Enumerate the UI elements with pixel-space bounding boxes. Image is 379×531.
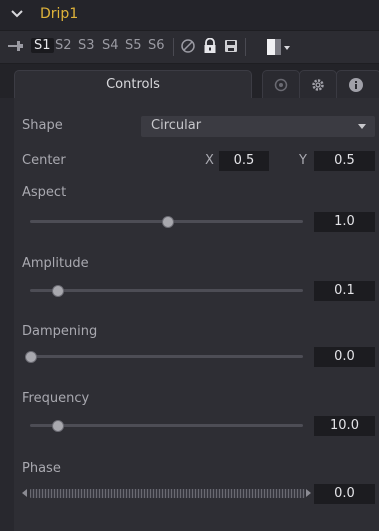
tab-info[interactable] [336,70,379,99]
center-label: Center [22,153,66,168]
dampening-slider-track[interactable] [30,355,303,358]
node-title: Drip1 [40,6,79,22]
tab-bar: Controls [0,64,379,99]
tab-modifiers[interactable] [262,70,300,99]
save-icon[interactable] [224,38,238,54]
phase-left-arrow-icon[interactable] [22,489,27,497]
tab-controls-label: Controls [106,77,160,92]
shape-label: Shape [22,118,63,133]
aspect-label: Aspect [22,185,67,200]
frequency-slider-track[interactable] [30,424,303,427]
pin-icon[interactable] [8,40,24,52]
slot-s3[interactable]: S3 [78,38,95,53]
dampening-slider-handle[interactable] [25,351,37,363]
toolbar-divider [173,38,174,56]
tab-controls[interactable]: Controls [14,70,252,99]
frequency-input[interactable]: 10.0 [314,416,375,436]
modifier-icon [274,78,288,92]
dampening-input[interactable]: 0.0 [314,347,375,367]
toolbar: S1 S2 S3 S4 S5 S6 [0,30,379,64]
phase-input[interactable]: 0.0 [314,484,375,504]
aspect-slider-handle[interactable] [161,216,174,228]
chevron-down-icon[interactable] [10,7,24,21]
slot-s6[interactable]: S6 [148,38,165,53]
amplitude-slider-track[interactable] [30,289,303,292]
tab-settings[interactable] [299,70,337,99]
phase-label: Phase [22,461,61,476]
amplitude-label: Amplitude [22,256,89,271]
frequency-label: Frequency [22,391,90,406]
center-x-input[interactable]: 0.5 [219,151,269,171]
shape-dropdown[interactable]: Circular [141,116,375,137]
info-icon [349,78,363,92]
slot-s5[interactable]: S5 [125,38,142,53]
toolbar-divider [245,38,246,56]
phase-thumbwheel[interactable] [30,489,305,498]
amplitude-input[interactable]: 0.1 [314,281,375,301]
shape-value: Circular [151,118,202,133]
center-y-input[interactable]: 0.5 [314,151,375,171]
slot-s2[interactable]: S2 [55,38,72,53]
center-x-label: X [205,153,214,168]
lock-icon[interactable] [203,38,217,54]
center-y-label: Y [299,153,307,168]
dampening-label: Dampening [22,324,98,339]
disable-icon[interactable] [180,38,196,54]
node-header: Drip1 [0,0,379,30]
dropdown-arrow-icon [358,124,366,129]
slot-s1[interactable]: S1 [31,38,54,53]
slot-s4[interactable]: S4 [102,38,119,53]
aspect-input[interactable]: 1.0 [314,212,375,232]
gear-icon [312,79,324,91]
color-swatch-icon[interactable] [267,38,291,56]
phase-right-arrow-icon[interactable] [306,489,311,497]
